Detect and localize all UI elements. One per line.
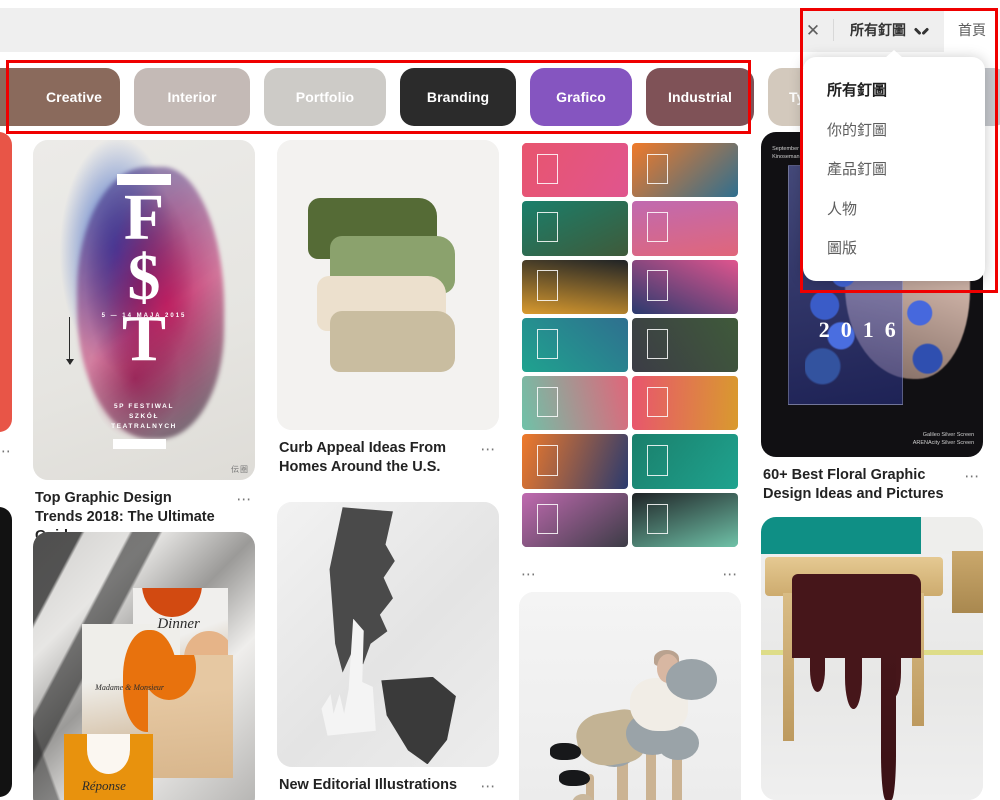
more-options-icon[interactable]: ⋯	[236, 489, 253, 507]
floral-caption-top: September Kinoseman	[772, 146, 800, 161]
pin-meta-curb-appeal: Curb Appeal Ideas From Homes Around the …	[277, 430, 499, 477]
artwork-fst-poster: F $ T 5 — 14 MAJA 2015 5P FESTIWAL SZKÓŁ…	[33, 140, 255, 480]
pin-title: Curb Appeal Ideas From Homes Around the …	[279, 440, 447, 476]
pin-card-curb-appeal[interactable]: Curb Appeal Ideas From Homes Around the …	[277, 140, 499, 477]
app-root: ✕ 所有釘圖 首頁 Creative Interior Portfolio Brand…	[0, 0, 1000, 800]
category-pill-label: Portfolio	[295, 89, 355, 105]
stationery-script-1: Dinner	[157, 616, 200, 632]
artwork-papercut-silhouette	[277, 502, 499, 767]
pin-scope-dropdown-menu[interactable]: 所有釘圖 你的釘圖 產品釘圖 人物 圖版	[803, 50, 985, 281]
artwork-ball-chair	[519, 592, 741, 800]
edge-card-meta: ⋯	[0, 432, 12, 459]
thumbnail-tile	[632, 492, 738, 547]
category-pill-label: Interior	[167, 89, 217, 105]
artwork-orange-stationery: Dinner Madame & Monsieur Réponse	[33, 532, 255, 800]
more-options-icon[interactable]: ⋯	[964, 466, 981, 484]
pin-scope-label: 所有釘圖	[850, 22, 906, 38]
poster-date-line: 5 — 14 MAJA 2015	[101, 313, 187, 320]
home-nav-wrap: 首頁	[944, 8, 1000, 52]
pin-image-curb-appeal[interactable]	[277, 140, 499, 430]
thumbnail-tile	[632, 434, 738, 489]
category-pill-industrial[interactable]: Industrial	[646, 68, 754, 126]
category-pill-portfolio[interactable]: Portfolio	[264, 68, 386, 126]
thumbnail-tile	[522, 201, 628, 256]
pin-image-fst-poster[interactable]: F $ T 5 — 14 MAJA 2015 5P FESTIWAL SZKÓŁ…	[33, 140, 255, 480]
chevron-down-icon	[915, 26, 928, 35]
pin-card-editorial-illustrations[interactable]: New Editorial Illustrations ⋯	[277, 502, 499, 795]
more-options-icon[interactable]: ⋯	[722, 564, 739, 582]
pin-image-orange-stationery[interactable]: Dinner Madame & Monsieur Réponse	[33, 532, 255, 800]
thumbnail-tile	[522, 143, 628, 198]
dropdown-item-1[interactable]: 你的釘圖	[803, 111, 985, 151]
edge-card-black[interactable]	[0, 507, 12, 797]
more-options-icon[interactable]: ⋯	[0, 441, 13, 459]
thumbnail-tile	[632, 376, 738, 431]
more-options-icon[interactable]: ⋯	[480, 776, 497, 794]
pin-image-melting-table[interactable]	[761, 517, 983, 800]
more-options-icon-left[interactable]: ⋯	[521, 564, 538, 582]
pin-title: New Editorial Illustrations	[279, 777, 458, 793]
pin-meta-thumb-grid: ⋯ ⋯	[519, 550, 741, 582]
poster-letter-f: F	[123, 180, 165, 254]
top-bar: ✕ 所有釘圖 首頁	[0, 8, 1000, 52]
more-options-icon[interactable]: ⋯	[480, 439, 497, 457]
category-pill-interior[interactable]: Interior	[134, 68, 250, 126]
home-link[interactable]: 首頁	[944, 8, 996, 52]
artwork-paint-swatches	[277, 140, 499, 430]
swatch-khaki	[330, 311, 455, 372]
close-icon[interactable]: ✕	[793, 8, 833, 52]
thumbnail-tile	[632, 201, 738, 256]
pin-meta-editorial-illustrations: New Editorial Illustrations ⋯	[277, 767, 499, 795]
category-pill-label: Grafico	[556, 89, 606, 105]
category-pill-label: Creative	[45, 89, 102, 105]
edge-card-red[interactable]: ⋯	[0, 132, 12, 459]
pin-card-orange-stationery[interactable]: Dinner Madame & Monsieur Réponse	[33, 532, 255, 800]
thumbnail-tile	[632, 143, 738, 198]
stationery-script-3: Réponse	[81, 778, 126, 794]
thumbnail-tile	[522, 259, 628, 314]
top-bar-right-cluster: ✕ 所有釘圖	[793, 8, 944, 52]
poster-letters: F $ T	[33, 180, 255, 371]
thumbnail-tile	[632, 317, 738, 373]
pin-card-fst-poster[interactable]: F $ T 5 — 14 MAJA 2015 5P FESTIWAL SZKÓŁ…	[33, 140, 255, 546]
pin-image-editorial-illustrations[interactable]	[277, 502, 499, 767]
dropdown-item-2[interactable]: 產品釘圖	[803, 150, 985, 190]
category-pill-grafico[interactable]: Grafico	[530, 68, 632, 126]
thumbnail-tile	[522, 434, 628, 489]
poster-arrow-mark	[66, 316, 73, 365]
thumbnail-tile	[522, 376, 628, 431]
pin-scope-select[interactable]: 所有釘圖	[834, 8, 944, 52]
pin-card-ball-chair[interactable]	[519, 592, 741, 800]
artwork-thumbnail-grid	[519, 140, 741, 550]
category-pill-label: Branding	[426, 89, 490, 105]
thumbnail-tile	[522, 492, 628, 547]
floral-caption-bottom: Galileo Silver Screen ARENAcity Silver S…	[912, 431, 975, 446]
thumbnail-tile	[522, 317, 628, 373]
poster-stamp: 伝圏	[231, 465, 249, 474]
pin-card-melting-table[interactable]	[761, 517, 983, 800]
poster-letter-s: $	[127, 241, 161, 315]
category-pill-creative[interactable]: Creative	[0, 68, 120, 126]
pin-meta-floral-poster: 60+ Best Floral Graphic Design Ideas and…	[761, 457, 983, 504]
floral-year: 2016	[818, 317, 907, 343]
pin-title: 60+ Best Floral Graphic Design Ideas and…	[763, 467, 944, 503]
thumbnail-tile	[632, 259, 738, 314]
category-pill-branding[interactable]: Branding	[400, 68, 516, 126]
stationery-script-2: Madame & Monsieur	[95, 683, 165, 693]
pin-image-thumb-grid[interactable]	[519, 140, 741, 550]
category-pill-label: Industrial	[667, 89, 732, 105]
artwork-melting-table	[761, 517, 983, 800]
pin-card-thumb-grid[interactable]: ⋯ ⋯	[519, 140, 741, 582]
dropdown-item-4[interactable]: 圖版	[803, 229, 985, 269]
dropdown-item-0[interactable]: 所有釘圖	[803, 71, 985, 111]
dropdown-item-3[interactable]: 人物	[803, 190, 985, 230]
poster-festival-line: 5P FESTIWAL SZKÓŁ TEATRALNYCH	[111, 403, 177, 431]
pin-image-ball-chair[interactable]	[519, 592, 741, 800]
